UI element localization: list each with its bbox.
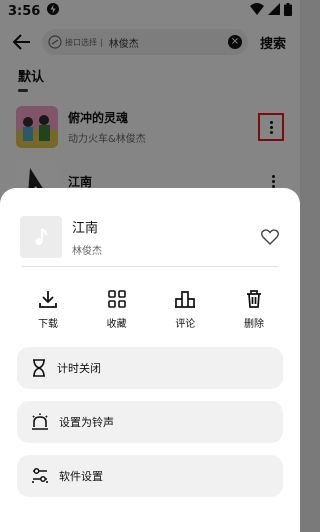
set-ringtone-item[interactable]: 设置为铃声 — [17, 401, 283, 443]
app-settings-item[interactable]: 软件设置 — [17, 455, 283, 497]
set-ringtone-label: 设置为铃声 — [59, 416, 114, 429]
sleep-timer-label: 计时关闭 — [57, 362, 101, 375]
favorite-heart-icon[interactable] — [258, 225, 282, 249]
delete-label: 删除 — [243, 319, 264, 330]
download-icon — [39, 291, 57, 308]
app-settings-label: 软件设置 — [59, 470, 103, 483]
comment-label: 评论 — [175, 319, 196, 330]
collect-button[interactable]: 收藏 — [97, 289, 137, 347]
comment-button[interactable]: 评论 — [165, 289, 205, 347]
hourglass-icon — [33, 359, 45, 377]
alarm-bell-icon — [32, 413, 48, 430]
settings-sliders-icon — [32, 468, 48, 483]
song-options-sheet: 江南 林俊杰 下载 收藏 评论 删除 计时关闭 设置为铃声 软件设置 — [0, 188, 300, 532]
sheet-song-title: 江南 — [72, 221, 99, 236]
trash-icon — [246, 290, 261, 308]
download-button[interactable]: 下载 — [28, 289, 68, 347]
sheet-song-info: 江南 林俊杰 — [0, 188, 300, 266]
sheet-actions: 下载 收藏 评论 删除 — [0, 267, 300, 347]
delete-button[interactable]: 删除 — [234, 289, 274, 347]
collect-label: 收藏 — [106, 319, 127, 330]
download-label: 下载 — [38, 319, 58, 330]
sleep-timer-item[interactable]: 计时关闭 — [17, 347, 283, 389]
sheet-song-artist: 林俊杰 — [72, 246, 102, 257]
grid-icon — [107, 290, 126, 308]
comment-icon — [175, 291, 196, 308]
music-note-icon — [20, 216, 62, 258]
